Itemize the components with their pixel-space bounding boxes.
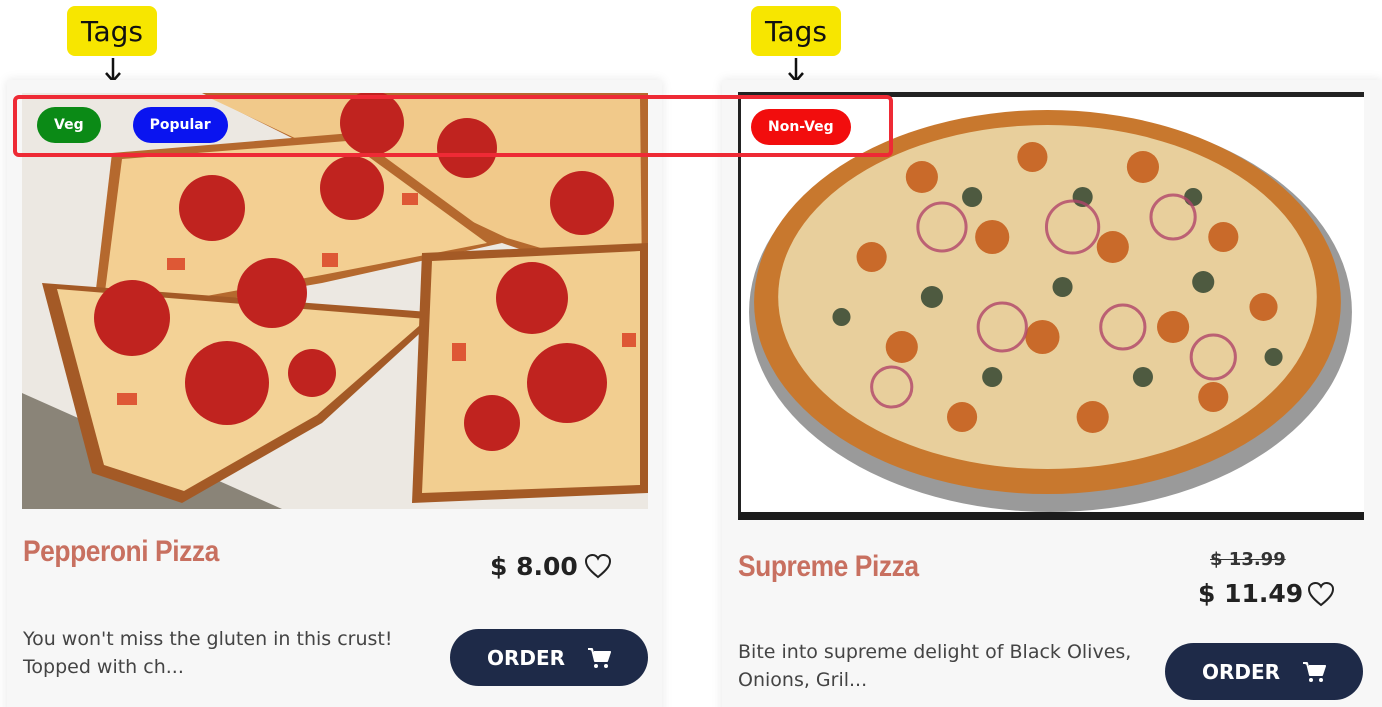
- order-button[interactable]: ORDER: [1165, 643, 1363, 700]
- order-button[interactable]: ORDER: [450, 629, 648, 686]
- product-title[interactable]: Supreme Pizza: [738, 550, 919, 584]
- product-card-supreme: Non-Veg Supreme Pizza $ 13.99 $ 11.49 Bi…: [722, 80, 1382, 707]
- heart-icon[interactable]: [1307, 581, 1335, 607]
- cart-icon: [588, 647, 612, 668]
- product-card-pepperoni: Veg Popular Pepperoni Pizza $ 8.00 You w…: [7, 80, 662, 707]
- tags-callout-label: Tags: [765, 14, 827, 48]
- product-price: $ 11.49: [1198, 579, 1304, 608]
- cart-icon: [1303, 661, 1327, 682]
- product-original-price: $ 13.99: [1210, 549, 1286, 570]
- product-description: Bite into supreme delight of Black Olive…: [738, 641, 1132, 691]
- tags-callout-label: Tags: [81, 14, 143, 48]
- product-description: You won't miss the gluten in this crust!…: [23, 628, 393, 678]
- product-price: $ 8.00: [490, 552, 578, 581]
- order-button-label: ORDER: [486, 645, 566, 670]
- tags-highlight-box: [13, 95, 893, 157]
- heart-icon[interactable]: [584, 553, 612, 579]
- tags-callout-right: Tags: [751, 6, 841, 56]
- order-button-label: ORDER: [1201, 659, 1281, 684]
- tags-callout-left: Tags: [67, 6, 157, 56]
- product-title[interactable]: Pepperoni Pizza: [23, 535, 219, 569]
